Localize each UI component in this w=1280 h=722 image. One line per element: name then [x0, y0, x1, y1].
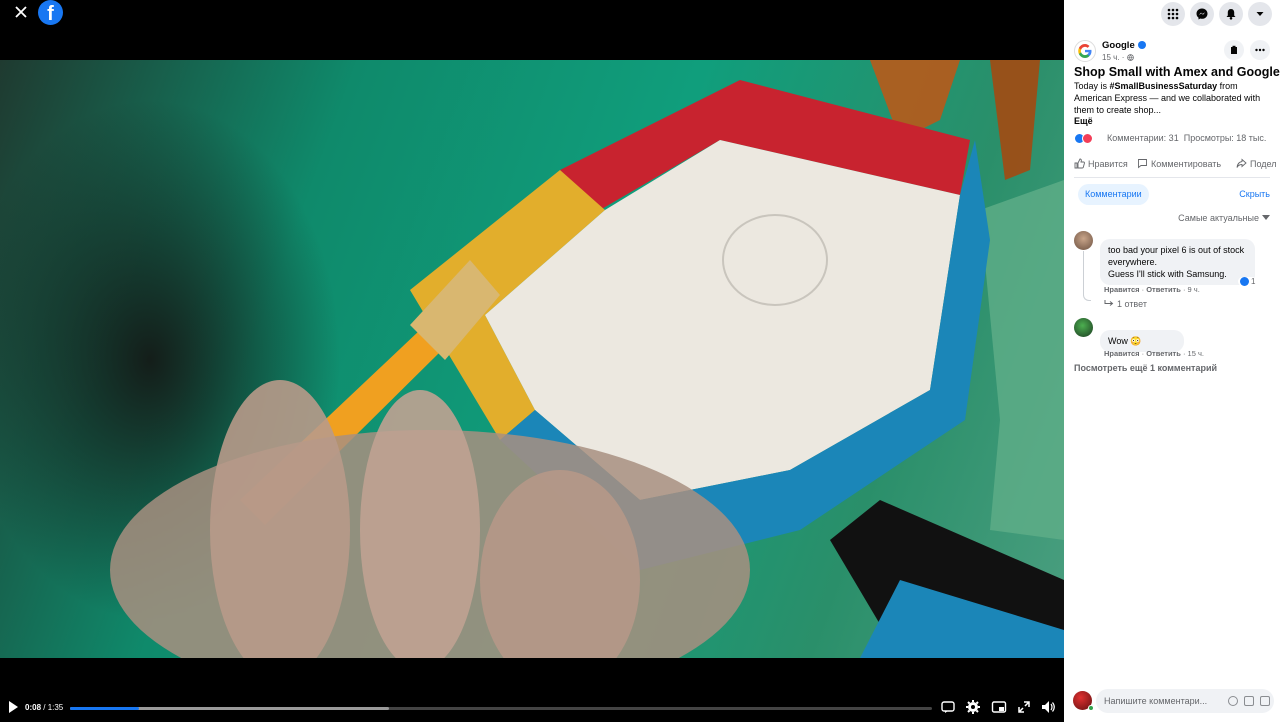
globe-icon	[1126, 54, 1134, 61]
google-avatar-icon[interactable]	[1074, 40, 1096, 62]
comment-time[interactable]: 15 ч.	[1188, 349, 1204, 358]
emoji-icon[interactable]	[1228, 696, 1238, 706]
like-button[interactable]: Нравится	[1074, 158, 1128, 169]
reply-thread-line	[1083, 251, 1091, 301]
hashtag-link[interactable]: #SmallBusinessSaturday	[1110, 81, 1218, 91]
like-label: Нравится	[1088, 159, 1128, 169]
comment-like-link[interactable]: Нравится	[1104, 285, 1140, 294]
post-stats: Комментарии: 31 Просмотры: 18 тыс.	[1074, 132, 1274, 146]
share-icon	[1236, 158, 1247, 168]
video-controls: 0:08 / 1:35	[0, 690, 1064, 722]
comment-meta: Нравится · Ответить · 15 ч.	[1104, 349, 1204, 358]
more-options-icon[interactable]	[1250, 40, 1270, 60]
duration: 1:35	[47, 703, 64, 712]
video-top-bar: f	[0, 0, 1064, 60]
reactions-summary[interactable]	[1074, 133, 1093, 144]
replies-count: 1 ответ	[1117, 299, 1147, 309]
post-time-text[interactable]: 15 ч. ·	[1102, 53, 1127, 62]
divider	[1074, 177, 1270, 178]
view-replies-link[interactable]: 1 ответ	[1104, 299, 1147, 309]
account-menu-chevron-icon[interactable]	[1248, 2, 1272, 26]
comments-sort-dropdown[interactable]: Самые актуальные	[1178, 213, 1270, 223]
post-header: Google 15 ч. ·	[1074, 38, 1274, 66]
time-separator: /	[41, 703, 48, 712]
progress-bar[interactable]	[70, 707, 932, 710]
comment-button[interactable]: Комментировать	[1137, 158, 1221, 169]
post-author[interactable]: Google	[1102, 40, 1146, 51]
top-nav-icons	[1161, 2, 1272, 26]
comment-bubble: too bad your pixel 6 is out of stock eve…	[1100, 239, 1255, 285]
comment-item: too bad your pixel 6 is out of stock eve…	[1074, 231, 1274, 311]
comment-meta: Нравится · Ответить · 9 ч.	[1104, 285, 1200, 294]
comment-like-count: 1	[1251, 277, 1256, 286]
see-more-link[interactable]: Ещё	[1074, 116, 1093, 126]
commenter-avatar[interactable]	[1074, 318, 1093, 337]
fullscreen-icon[interactable]	[1016, 699, 1032, 715]
settings-gear-icon[interactable]	[965, 699, 981, 715]
captions-icon[interactable]	[940, 699, 956, 715]
video-time: 0:08 / 1:35	[25, 703, 63, 712]
picture-in-picture-icon[interactable]	[991, 699, 1007, 715]
video-frame[interactable]	[0, 60, 1064, 658]
comment-text-line: too bad your pixel 6 is out of stock	[1108, 245, 1245, 255]
online-status-dot	[1088, 705, 1094, 711]
post-title: Shop Small with Amex and Google	[1074, 65, 1280, 79]
like-reaction-icon	[1240, 277, 1249, 286]
sticker-icon[interactable]	[1260, 696, 1270, 706]
comment-composer	[1064, 688, 1280, 718]
views-count: Просмотры: 18 тыс.	[1183, 133, 1267, 143]
post-sidebar: Google 15 ч. · Shop Small with Amex and …	[1064, 0, 1280, 722]
comment-text-line: everywhere.	[1108, 257, 1158, 267]
comment-label: Комментировать	[1151, 159, 1222, 169]
comment-item: Wow 😳 Нравится · Ответить · 15 ч.	[1074, 318, 1274, 360]
close-icon[interactable]	[12, 4, 30, 22]
sort-label: Самые актуальные	[1178, 213, 1259, 223]
comment-like-link[interactable]: Нравится	[1104, 349, 1140, 358]
stats-text: Комментарии: 31 Просмотры: 18 тыс.	[1107, 133, 1266, 143]
caret-down-icon	[1262, 215, 1270, 220]
video-still-image	[110, 60, 1064, 658]
composer-icons	[1228, 696, 1270, 706]
commenter-avatar[interactable]	[1074, 231, 1093, 250]
post-text-start: Today is	[1074, 81, 1110, 91]
verified-badge-icon	[1137, 41, 1146, 50]
comment-time[interactable]: 9 ч.	[1188, 285, 1200, 294]
played-bar	[70, 707, 139, 710]
play-icon[interactable]	[8, 700, 18, 713]
thumbs-up-icon	[1074, 158, 1085, 169]
see-more-comments-link[interactable]: Посмотреть ещё 1 комментарий	[1074, 363, 1217, 373]
video-player[interactable]: f 0:08 / 1:35	[0, 0, 1064, 722]
post-description: Today is #SmallBusinessSaturday from Ame…	[1074, 80, 1274, 116]
video-save-icon[interactable]	[1224, 40, 1244, 60]
comment-text-line: Guess I'll stick with Samsung.	[1108, 269, 1227, 279]
reply-arrow-icon	[1104, 300, 1114, 306]
hide-comments-link[interactable]: Скрыть	[1239, 189, 1270, 199]
post-time[interactable]: 15 ч. ·	[1102, 53, 1134, 62]
post-actions: Нравится Комментировать Подел	[1074, 158, 1280, 172]
volume-icon[interactable]	[1040, 699, 1056, 715]
share-button[interactable]: Подел	[1236, 158, 1277, 169]
menu-grid-icon[interactable]	[1161, 2, 1185, 26]
share-label: Подел	[1250, 159, 1277, 169]
love-reaction-icon	[1082, 133, 1093, 144]
current-time: 0:08	[25, 703, 42, 712]
facebook-logo-icon[interactable]: f	[38, 0, 63, 25]
author-name[interactable]: Google	[1102, 40, 1135, 51]
comment-reply-link[interactable]: Ответить	[1146, 349, 1181, 358]
comments-count[interactable]: Комментарии: 31	[1107, 133, 1179, 143]
comment-icon	[1138, 159, 1147, 169]
comments-tab[interactable]: Комментарии	[1078, 184, 1149, 205]
messenger-icon[interactable]	[1190, 2, 1214, 26]
photo-icon[interactable]	[1244, 696, 1254, 706]
comment-like-badge[interactable]: 1	[1238, 277, 1258, 286]
comment-reply-link[interactable]: Ответить	[1146, 285, 1181, 294]
comment-text-line: Wow 😳	[1108, 336, 1142, 346]
notifications-bell-icon[interactable]	[1219, 2, 1243, 26]
